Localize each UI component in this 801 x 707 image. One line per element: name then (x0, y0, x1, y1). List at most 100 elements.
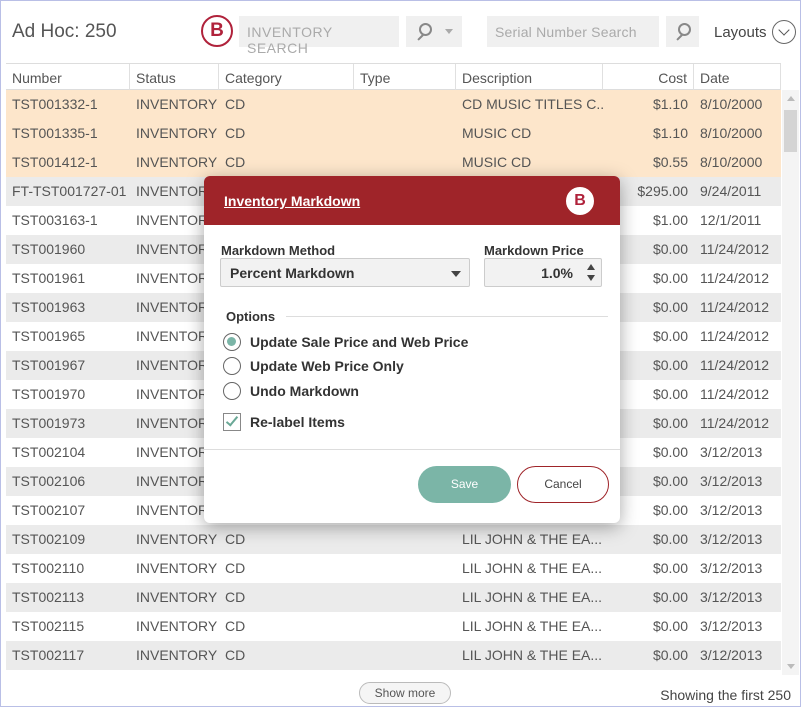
results-count: Showing the first 250 (660, 687, 791, 703)
save-button[interactable]: Save (418, 466, 511, 503)
cell-cost: $0.55 (652, 154, 688, 170)
table-row[interactable]: TST002109 INVENTORY CD LIL JOHN & THE EA...… (6, 525, 781, 554)
cell-status: INVENTORY (136, 531, 218, 547)
cell-cost: $0.00 (652, 618, 688, 634)
cell-date: 3/12/2013 (700, 473, 763, 489)
dialog-divider (204, 449, 620, 450)
options-divider (286, 316, 608, 317)
serial-number-search-input[interactable]: Serial Number Search (487, 16, 659, 47)
cell-number: FT-TST001727-01 (12, 183, 127, 199)
table-scrollbar[interactable] (782, 90, 799, 675)
cell-date: 3/12/2013 (700, 531, 763, 547)
markdown-method-select[interactable]: Percent Markdown (220, 258, 470, 287)
checkmark-icon (225, 413, 239, 427)
cell-number: TST002115 (12, 618, 85, 634)
cell-date: 11/24/2012 (700, 357, 770, 373)
scrollbar-thumb[interactable] (784, 110, 797, 152)
cell-date: 11/24/2012 (700, 386, 770, 402)
cell-cost: $0.00 (652, 531, 688, 547)
decrement-icon[interactable] (587, 275, 595, 281)
markdown-method-value: Percent Markdown (230, 265, 355, 281)
cell-description: LIL JOHN & THE EA... (462, 560, 603, 576)
cell-category: CD (225, 154, 246, 170)
cell-number: TST002106 (12, 473, 86, 489)
radio-label: Update Web Price Only (250, 358, 404, 374)
table-row[interactable]: TST002110 INVENTORY CD LIL JOHN & THE EA...… (6, 554, 781, 583)
layouts-dropdown-button[interactable] (772, 20, 796, 44)
cell-type (354, 583, 456, 612)
cell-type (354, 119, 456, 148)
cell-description: MUSIC CD (462, 154, 532, 170)
column-header-category[interactable]: Category (219, 64, 354, 90)
options-heading: Options (226, 309, 276, 324)
cell-number: TST001967 (12, 357, 86, 373)
dialog-title[interactable]: Inventory Markdown (224, 193, 360, 209)
show-more-button[interactable]: Show more (359, 682, 451, 704)
radio-button[interactable] (223, 382, 241, 400)
column-header-type[interactable]: Type (354, 64, 456, 90)
inventory-search-button[interactable] (406, 16, 462, 47)
cell-description: MUSIC CD (462, 125, 532, 141)
radio-button[interactable] (223, 357, 241, 375)
cell-number: TST002110 (12, 560, 85, 576)
cell-number: TST002109 (12, 531, 86, 547)
dialog-header: Inventory Markdown B (204, 176, 620, 225)
scroll-up-icon[interactable] (787, 96, 795, 101)
relabel-items-checkbox[interactable] (223, 413, 241, 431)
chevron-down-icon[interactable] (445, 29, 453, 34)
column-header-status[interactable]: Status (130, 64, 219, 90)
table-row[interactable]: TST001412-1 INVENTORY CD MUSIC CD $0.55 8/10/… (6, 148, 781, 177)
cell-type (354, 90, 456, 119)
cell-cost: $0.00 (652, 589, 688, 605)
cell-date: 3/12/2013 (700, 560, 763, 576)
app-window: Ad Hoc: 250 B INVENTORY SEARCH Serial Nu… (0, 0, 801, 707)
markdown-price-label: Markdown Price (484, 243, 584, 258)
table-row[interactable]: TST001332-1 INVENTORY CD CD MUSIC TITLES C.… (6, 90, 781, 119)
cell-type (354, 612, 456, 641)
cell-type (354, 554, 456, 583)
relabel-items-label: Re-label Items (250, 414, 345, 430)
cell-number: TST002104 (12, 444, 86, 460)
cell-type (354, 525, 456, 554)
column-header-date[interactable]: Date (694, 64, 781, 90)
inventory-search-input[interactable]: INVENTORY SEARCH (239, 16, 399, 56)
column-header-description[interactable]: Description (456, 64, 603, 90)
serial-search-button[interactable] (666, 16, 699, 47)
cell-category: CD (225, 125, 246, 141)
cell-category: CD (225, 531, 246, 547)
cell-status: INVENTORY (136, 618, 218, 634)
cell-cost: $0.00 (652, 647, 688, 663)
cell-date: 3/12/2013 (700, 647, 763, 663)
scroll-down-icon[interactable] (787, 664, 795, 669)
cell-date: 3/12/2013 (700, 618, 763, 634)
chevron-down-icon (451, 271, 461, 277)
cell-description: LIL JOHN & THE EA... (462, 531, 603, 547)
cell-cost: $1.10 (652, 96, 688, 112)
cell-date: 12/1/2011 (700, 212, 762, 228)
cell-number: TST001963 (12, 299, 86, 315)
layouts-label[interactable]: Layouts (714, 24, 767, 41)
table-row[interactable]: TST002115 INVENTORY CD LIL JOHN & THE EA...… (6, 612, 781, 641)
cell-date: 8/10/2000 (700, 125, 763, 141)
search-icon (415, 22, 433, 41)
cancel-button[interactable]: Cancel (517, 466, 609, 503)
header: Ad Hoc: 250 B INVENTORY SEARCH Serial Nu… (1, 1, 801, 63)
column-header-cost[interactable]: Cost (603, 64, 694, 90)
cell-date: 3/12/2013 (700, 502, 763, 518)
table-header: Number Status Category Type Description … (6, 63, 781, 90)
cell-number: TST001973 (12, 415, 86, 431)
table-row[interactable]: TST002117 INVENTORY CD LIL JOHN & THE EA...… (6, 641, 781, 670)
radio-button[interactable] (223, 333, 241, 351)
increment-icon[interactable] (587, 264, 595, 270)
cell-cost: $0.00 (652, 560, 688, 576)
cell-number: TST003163-1 (12, 212, 98, 228)
cell-description: LIL JOHN & THE EA... (462, 589, 603, 605)
table-row[interactable]: TST001335-1 INVENTORY CD MUSIC CD $1.10 8/10/… (6, 119, 781, 148)
markdown-price-stepper[interactable]: 1.0% (484, 258, 602, 287)
cell-status: INVENTORY (136, 589, 218, 605)
cell-number: TST001970 (12, 386, 86, 402)
column-header-number[interactable]: Number (6, 64, 130, 90)
table-row[interactable]: TST002113 INVENTORY CD LIL JOHN & THE EA...… (6, 583, 781, 612)
cell-category: CD (225, 589, 246, 605)
footer: Show more Showing the first 250 (1, 679, 801, 707)
